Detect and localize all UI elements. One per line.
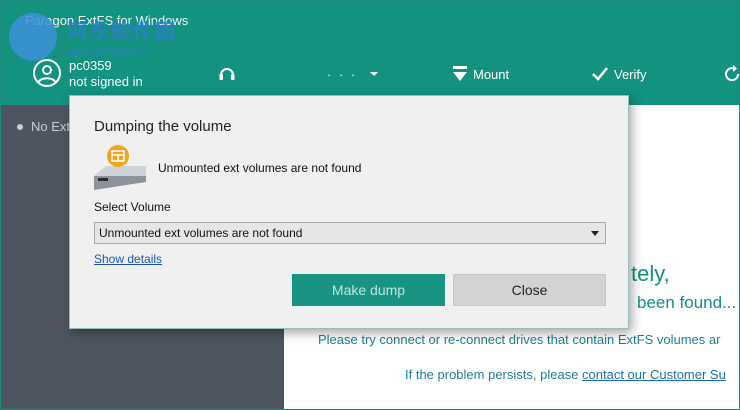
- user-status[interactable]: not signed in: [69, 74, 143, 89]
- headset-icon: [219, 68, 235, 80]
- sidebar-item-label: No Ext: [31, 119, 71, 134]
- main-support-prefix: If the problem persists, please: [405, 367, 583, 382]
- mount-button[interactable]: Mount: [452, 63, 509, 85]
- chevron-down-icon: [370, 72, 379, 76]
- checkmark-icon: [592, 67, 608, 81]
- make-dump-button[interactable]: Make dump: [292, 274, 445, 306]
- refresh-button[interactable]: [725, 63, 739, 85]
- watermark-url: www.pc0359.cn: [67, 45, 152, 59]
- bullet-icon: [17, 123, 23, 130]
- dialog-title: Dumping the volume: [94, 118, 232, 135]
- volume-select-value: Unmounted ext volumes are not found: [99, 226, 303, 240]
- hard-drive-icon: [94, 145, 146, 190]
- sidebar-item-no-ext[interactable]: No Ext: [17, 119, 70, 134]
- main-support-line: If the problem persists, please contact …: [405, 367, 726, 382]
- top-toolbar: Paragon ExtFS for Windows 河东软件园 www.pc03…: [1, 1, 739, 105]
- window-title: Paragon ExtFS for Windows: [25, 13, 189, 28]
- verify-button[interactable]: Verify: [591, 63, 647, 85]
- contact-support-link[interactable]: contact our Customer Su: [582, 367, 726, 382]
- dialog-status-text: Unmounted ext volumes are not found: [158, 161, 362, 175]
- support-button[interactable]: [217, 63, 237, 85]
- app-window: Paragon ExtFS for Windows 河东软件园 www.pc03…: [0, 0, 740, 410]
- dropdown-caret-icon: [591, 231, 599, 236]
- main-hint-line: Please try connect or re-connect drives …: [318, 332, 721, 347]
- user-avatar-icon[interactable]: [33, 59, 61, 87]
- verify-label: Verify: [614, 66, 647, 82]
- mount-label: Mount: [473, 66, 510, 82]
- more-label: · · ·: [327, 66, 358, 82]
- mount-icon: [453, 66, 467, 81]
- close-button[interactable]: Close: [453, 274, 606, 306]
- volume-select[interactable]: Unmounted ext volumes are not found: [94, 222, 606, 244]
- user-name: pc0359: [69, 58, 112, 73]
- more-menu-button[interactable]: · · ·: [327, 63, 381, 85]
- show-details-link[interactable]: Show details: [94, 252, 162, 266]
- dump-volume-dialog: Dumping the volume Unmounted ext volumes…: [69, 95, 629, 329]
- main-subheading: been found...: [637, 293, 737, 312]
- main-heading: tely,: [631, 261, 670, 286]
- select-volume-label: Select Volume: [94, 200, 171, 214]
- refresh-icon: [725, 65, 739, 82]
